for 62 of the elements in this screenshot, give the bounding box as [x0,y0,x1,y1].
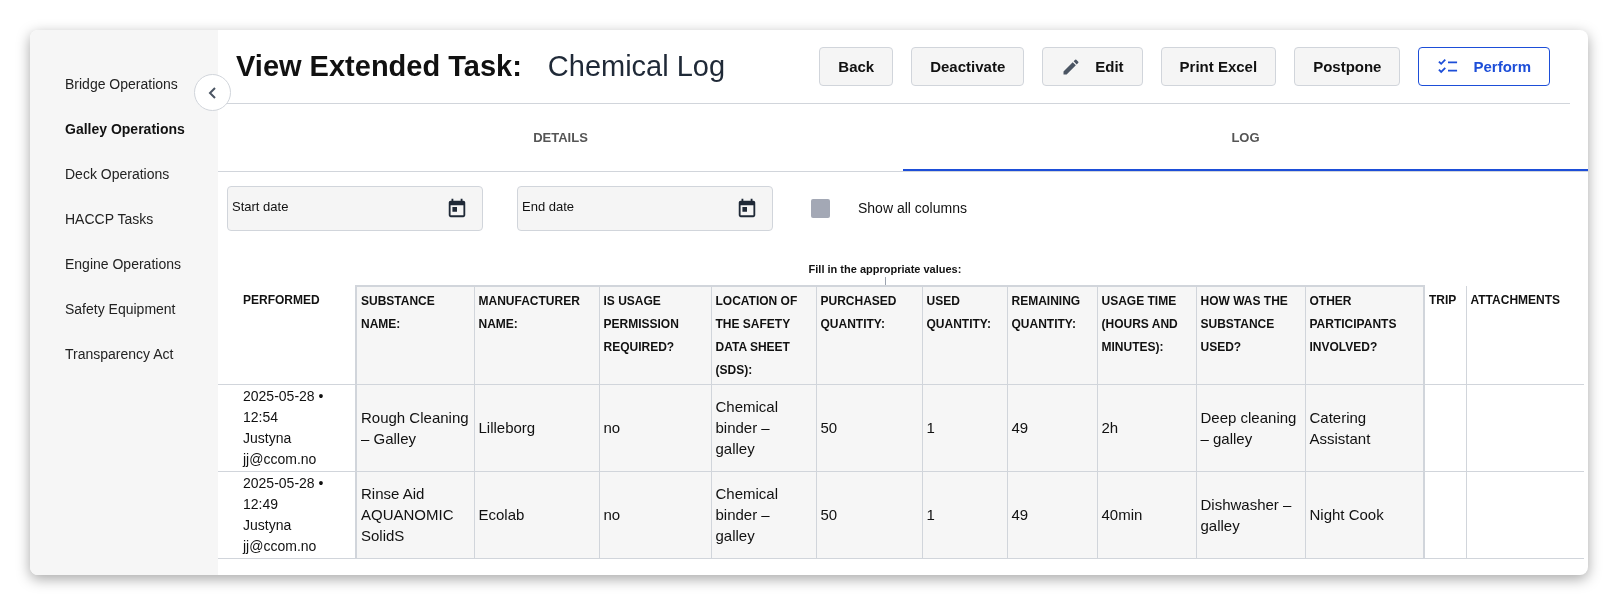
page-title: View Extended Task: [236,49,522,84]
field-label: Start date [232,197,289,216]
column-header: USAGE TIME (HOURS AND MINUTES): [1097,286,1196,384]
column-header: HOW WAS THE SUBSTANCE USED? [1196,286,1305,384]
column-header: ATTACHMENTS [1466,286,1584,384]
table-cell: no [599,471,711,558]
calendar-icon[interactable] [736,197,758,219]
perform-button[interactable]: Perform [1418,47,1550,87]
action-button[interactable]: Postpone [1294,47,1401,87]
column-header: REMAINING QUANTITY: [1007,286,1097,384]
table-cell: 1 [922,384,1007,471]
table-cell: Chemical binder – galley [711,384,816,471]
table-cell: 49 [1007,471,1097,558]
date-field[interactable]: End date [517,185,773,231]
page-subtitle: Chemical Log [547,49,726,84]
table-cell: Ecolab [474,471,599,558]
column-header: IS USAGE PERMISSION REQUIRED? [599,286,711,384]
table-cell: 50 [816,384,922,471]
column-header: OTHER PARTICIPANTS INVOLVED? [1305,286,1424,384]
sidebar-item[interactable]: Transparency Act [65,344,174,365]
table-cell: Deep cleaning – galley [1196,384,1305,471]
performed-cell: 2025-05-28 • 12:54 Justyna jj@ccom.no [218,384,356,471]
group-caption: Fill in the appropriate values: [808,261,962,277]
column-header: PURCHASED QUANTITY: [816,286,922,384]
date-field[interactable]: Start date [227,185,483,231]
table-cell: Chemical binder – galley [711,471,816,558]
table-cell: 49 [1007,384,1097,471]
table-cell: Rough Cleaning – Galley [356,384,474,471]
tab[interactable]: LOG [903,107,1588,171]
checkbox-label: Show all columns [858,198,967,218]
tab[interactable]: DETAILS [218,107,903,171]
performed-cell: 2025-05-28 • 12:49 Justyna jj@ccom.no [218,471,356,558]
table-cell: 1 [922,471,1007,558]
table-cell: 2h [1097,384,1196,471]
table-cell: 40min [1097,471,1196,558]
column-header: LOCATION OF THE SAFETY DATA SHEET (SDS): [711,286,816,384]
table-cell: Night Cook [1305,471,1424,558]
column-header: SUBSTANCE NAME: [356,286,474,384]
table-cell: no [599,384,711,471]
table-cell: 50 [816,471,922,558]
sidebar-item[interactable]: Galley Operations [65,119,185,140]
sidebar-item[interactable]: Deck Operations [65,164,170,185]
action-button[interactable]: Back [819,47,894,87]
table-cell: Rinse Aid AQUANOMIC SolidS [356,471,474,558]
column-header: TRIP [1424,286,1466,384]
table-cell: Dishwasher – galley [1196,471,1305,558]
action-button[interactable]: Deactivate [911,47,1025,87]
field-label: End date [522,197,575,216]
column-header: MANUFACTURER NAME: [474,286,599,384]
chevron-left-icon [207,85,218,100]
table-cell: Catering Assistant [1305,384,1424,471]
action-button[interactable]: Print Excel [1160,47,1277,87]
sidebar-item[interactable]: Engine Operations [65,254,181,275]
sidebar-item[interactable]: Bridge Operations [65,74,178,95]
sidebar-item[interactable]: HACCP Tasks [65,209,154,230]
checkbox[interactable] [811,198,830,218]
column-header: PERFORMED [218,286,356,384]
table-cell: Lilleborg [474,384,599,471]
action-button[interactable]: Edit [1042,47,1143,87]
sidebar-item[interactable]: Safety Equipment [65,299,176,320]
column-header: USED QUANTITY: [922,286,1007,384]
calendar-icon[interactable] [446,197,468,219]
